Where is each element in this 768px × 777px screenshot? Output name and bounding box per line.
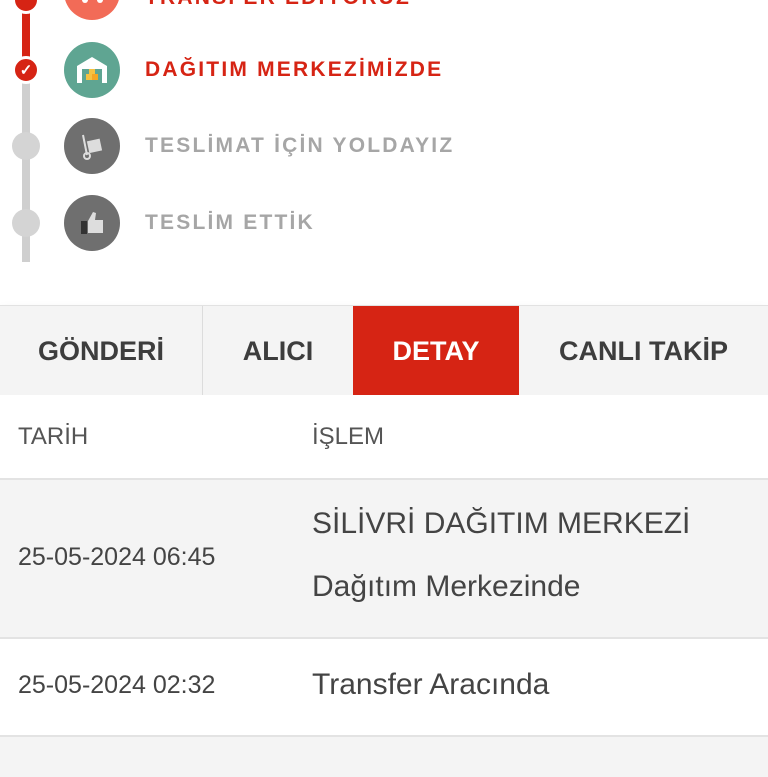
step-label-distribution-center: DAĞITIM MERKEZİMİZDE	[145, 58, 444, 81]
row-location: SİLİVRİ DAĞITIM MERKEZİ	[312, 507, 691, 540]
check-icon: ✓	[19, 62, 33, 79]
hand-truck-icon	[64, 118, 120, 174]
thumbs-up-icon	[64, 195, 120, 251]
detail-tabs: GÖNDERİ ALICI DETAY CANLI TAKİP	[0, 305, 768, 396]
column-header-date: TARİH	[18, 423, 89, 450]
step-label-on-the-way: TESLİMAT İÇİN YOLDAYIZ	[145, 134, 455, 157]
tracking-timeline: TRANSFER EDİYORUZ ✓ DAĞITIM MERKEZİMİZDE…	[0, 0, 768, 280]
row-status: Dağıtım Merkezinde	[312, 570, 581, 603]
transfer-truck-icon	[64, 0, 120, 20]
warehouse-icon	[64, 42, 120, 98]
tab-canli-takip[interactable]: CANLI TAKİP	[519, 306, 768, 396]
table-row: 25-05-2024 02:32 Transfer Aracında	[0, 639, 768, 737]
column-header-operation: İŞLEM	[312, 423, 385, 450]
step-done-dot	[12, 0, 40, 14]
step-pending-dot	[12, 132, 40, 160]
table-row: 25-05-2024 06:45 SİLİVRİ DAĞITIM MERKEZİ…	[0, 480, 768, 639]
step-label-transfer: TRANSFER EDİYORUZ	[145, 0, 411, 10]
step-label-delivered: TESLİM ETTİK	[145, 211, 315, 234]
table-row	[0, 737, 768, 777]
tab-gonderi[interactable]: GÖNDERİ	[0, 306, 203, 396]
tab-detay[interactable]: DETAY	[353, 306, 519, 396]
step-pending-dot	[12, 209, 40, 237]
tab-alici[interactable]: ALICI	[203, 306, 353, 396]
step-done-dot: ✓	[12, 56, 40, 84]
row-status: Transfer Aracında	[312, 668, 550, 701]
row-date: 25-05-2024 02:32	[18, 671, 216, 699]
table-header: TARİH İŞLEM	[0, 395, 768, 480]
row-date: 25-05-2024 06:45	[18, 543, 216, 571]
